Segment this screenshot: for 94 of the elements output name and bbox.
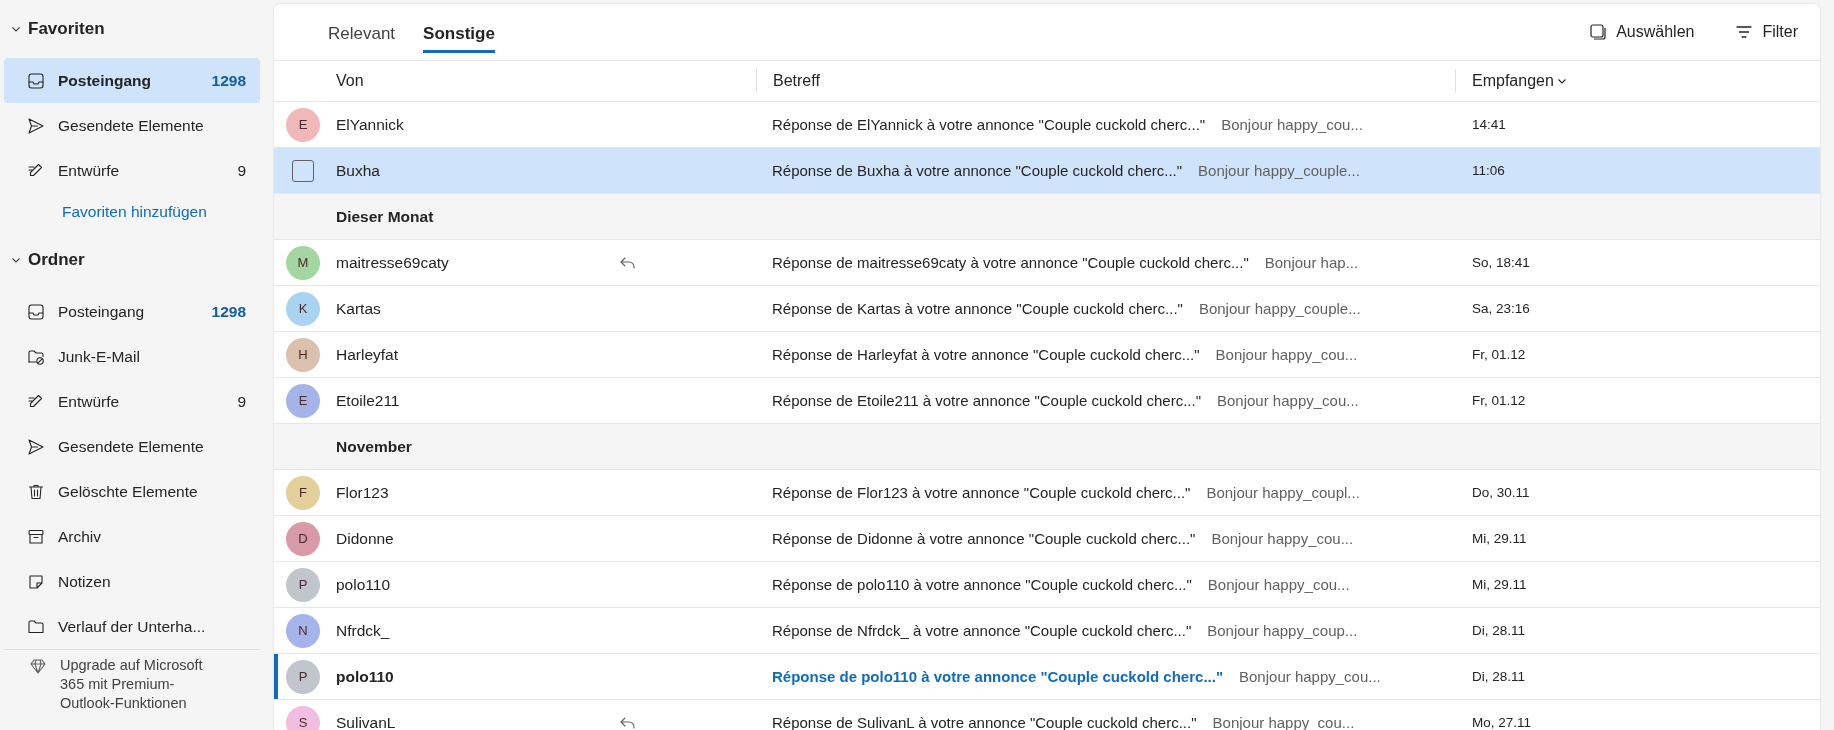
received-date: Do, 30.11: [1471, 485, 1531, 500]
avatar: H: [286, 337, 320, 372]
section-title[interactable]: Favoriten: [28, 19, 105, 39]
folder-item[interactable]: Junk-E-Mail: [4, 334, 260, 379]
message-row[interactable]: M maitresse69caty Réponse de maitresse69caty à votre annonce "Couple cuckold cherc..." Bonjour hap... So, 18:41: [274, 240, 1820, 286]
folder-item[interactable]: Posteingang 1298: [4, 58, 260, 103]
column-header[interactable]: Empfangen: [1472, 72, 1554, 90]
avatar: E: [286, 383, 320, 418]
folder-item[interactable]: Notizen: [4, 559, 260, 604]
preview-text: Bonjour happy_couple...: [1198, 300, 1361, 317]
message-row[interactable]: P polo110 Réponse de polo110 à votre annonce "Couple cuckold cherc..." Bonjour happy_cou... Mi, 29.11: [274, 562, 1820, 608]
received-date: Mi, 29.11: [1471, 531, 1528, 546]
group-header: November: [336, 437, 412, 456]
folder-item[interactable]: Verlauf der Unterha...: [4, 604, 260, 649]
column-header[interactable]: Betreff: [773, 72, 820, 90]
sender-name: Kartas: [336, 299, 381, 318]
message-row[interactable]: H Harleyfat Réponse de Harleyfat à votre annonce "Couple cuckold cherc..." Bonjour happy_cou... Fr, 01.12: [274, 332, 1820, 378]
column-header[interactable]: Von: [336, 72, 364, 90]
preview-text: Bonjour happy_cou...: [1207, 576, 1350, 593]
select-button[interactable]: Auswählen: [1582, 21, 1701, 43]
preview-text: Bonjour happy_coup...: [1207, 622, 1358, 639]
subject: Réponse de polo110 à votre annonce "Couple cuckold cherc...": [772, 668, 1223, 685]
subject: Réponse de maitresse69caty à votre annonce "Couple cuckold cherc...": [772, 254, 1249, 271]
sender-name: SulivanL: [336, 713, 396, 730]
sender-name: Etoile211: [336, 391, 400, 410]
sender-name: polo110: [336, 575, 390, 594]
subject: Réponse de Nfrdck_ à votre annonce "Couple cuckold cherc...": [772, 622, 1192, 639]
avatar: E: [286, 107, 320, 142]
message-row[interactable]: K Kartas Réponse de Kartas à votre annonce "Couple cuckold cherc..." Bonjour happy_couple... Sa, 23:16: [274, 286, 1820, 332]
sender-name: Flor123: [336, 483, 389, 502]
avatar: P: [286, 567, 320, 602]
subject: Réponse de Etoile211 à votre annonce "Couple cuckold cherc...": [772, 392, 1201, 409]
add-favorites-link[interactable]: Favoriten hinzufügen: [62, 203, 207, 220]
avatar: S: [286, 705, 320, 730]
received-date: So, 18:41: [1471, 255, 1531, 270]
preview-text: Bonjour happy_coupl...: [1206, 484, 1360, 501]
received-date: Mo, 27.11: [1471, 715, 1533, 730]
avatar: M: [286, 245, 320, 280]
preview-text: Bonjour happy_cou...: [1217, 392, 1359, 409]
message-row[interactable]: N Nfrdck_ Réponse de Nfrdck_ à votre annonce "Couple cuckold cherc..." Bonjour happy_coup... Di, 28.11: [274, 608, 1820, 654]
sender-name: maitresse69caty: [336, 253, 449, 272]
subject: Réponse de Harleyfat à votre annonce "Couple cuckold cherc...": [772, 346, 1200, 363]
preview-text: Bonjour happy_cou...: [1215, 346, 1358, 363]
avatar: N: [286, 613, 320, 648]
subject: Réponse de ElYannick à votre annonce "Couple cuckold cherc...": [772, 116, 1206, 133]
received-date: Fr, 01.12: [1471, 393, 1527, 408]
filter-button[interactable]: Filter: [1728, 21, 1804, 43]
avatar: D: [286, 521, 320, 556]
preview-text: Bonjour hap...: [1264, 254, 1359, 271]
preview-text: Bonjour happy_cou...: [1211, 530, 1354, 547]
received-date: Fr, 01.12: [1471, 347, 1527, 362]
received-date: Di, 28.11: [1471, 623, 1527, 638]
section-title[interactable]: Ordner: [28, 250, 85, 270]
preview-text: Bonjour happy_cou...: [1239, 668, 1381, 685]
checkbox-stack-icon: [1588, 22, 1609, 42]
row-checkbox[interactable]: [292, 159, 314, 182]
received-date: Di, 28.11: [1471, 669, 1527, 684]
folder-item[interactable]: Archiv: [4, 514, 260, 559]
folder-item[interactable]: Entwürfe 9: [4, 379, 260, 424]
avatar: P: [286, 659, 320, 694]
avatar: F: [286, 475, 320, 510]
message-row[interactable]: P polo110 Réponse de polo110 à votre annonce "Couple cuckold cherc..." Bonjour happy_cou... Di, 28.11: [274, 654, 1820, 700]
folder-item[interactable]: Gesendete Elemente: [4, 103, 260, 148]
subject: Réponse de polo110 à votre annonce "Couple cuckold cherc...": [772, 576, 1192, 593]
folder-item[interactable]: Entwürfe 9: [4, 148, 260, 193]
folder-item[interactable]: Gelöschte Elemente: [4, 469, 260, 514]
preview-text: Bonjour happy_cou...: [1221, 116, 1363, 133]
received-date: Mi, 29.11: [1471, 577, 1528, 592]
inbox-icon: [26, 301, 46, 322]
sender-name: Didonne: [336, 529, 394, 548]
preview-text: Bonjour happy_couple...: [1198, 162, 1360, 179]
message-row[interactable]: F Flor123 Réponse de Flor123 à votre annonce "Couple cuckold cherc..." Bonjour happy_coupl... Do, 30.11: [274, 470, 1820, 516]
sender-name: Harleyfat: [336, 345, 399, 364]
folder-item[interactable]: Posteingang 1298: [4, 289, 260, 334]
sender-name: Nfrdck_: [336, 621, 390, 640]
message-row[interactable]: Buxha Réponse de Buxha à votre annonce "Couple cuckold cherc..." Bonjour happy_couple... 11:06: [274, 148, 1820, 194]
group-header: Dieser Monat: [336, 207, 434, 226]
received-date: Sa, 23:16: [1471, 301, 1531, 316]
folder-item[interactable]: Gesendete Elemente: [4, 424, 260, 469]
tab[interactable]: Sonstige: [423, 17, 495, 53]
sender-name: ElYannick: [336, 115, 404, 134]
received-date: 11:06: [1471, 163, 1506, 178]
tab[interactable]: Relevant: [328, 17, 396, 53]
diamond-icon: [28, 656, 48, 676]
sender-name: polo110: [336, 667, 394, 686]
subject: Réponse de Didonne à votre annonce "Couple cuckold cherc...": [772, 530, 1196, 547]
inbox-icon: [26, 70, 46, 91]
subject: Réponse de Kartas à votre annonce "Couple cuckold cherc...": [772, 300, 1183, 317]
sender-name: Buxha: [336, 161, 380, 180]
avatar: K: [286, 291, 320, 326]
message-row[interactable]: D Didonne Réponse de Didonne à votre annonce "Couple cuckold cherc..." Bonjour happy_cou... Mi, 29.11: [274, 516, 1820, 562]
subject: Réponse de Buxha à votre annonce "Couple cuckold cherc...": [772, 162, 1183, 179]
subject: Réponse de Flor123 à votre annonce "Couple cuckold cherc...": [772, 484, 1191, 501]
received-date: 14:41: [1471, 117, 1507, 132]
